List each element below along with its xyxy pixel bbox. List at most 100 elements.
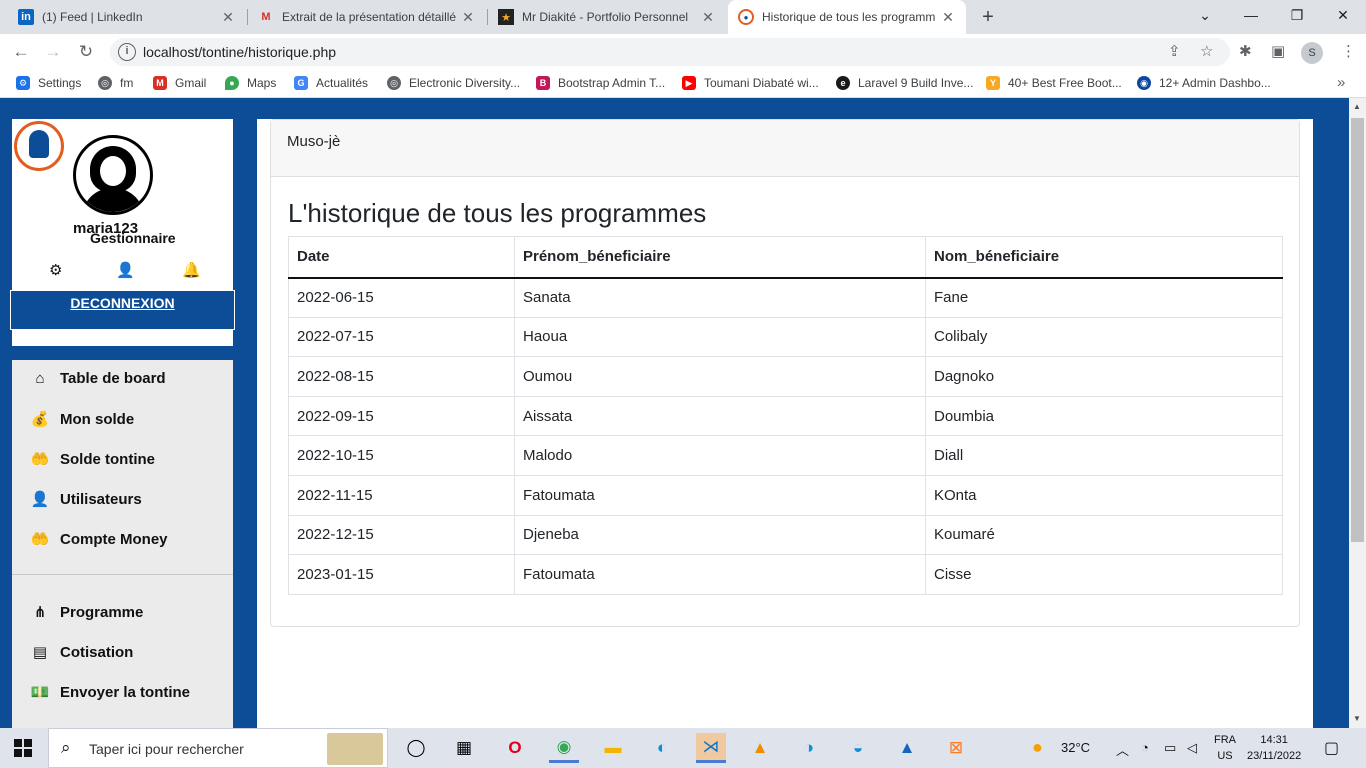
keyboard-layout: US [1217, 750, 1233, 762]
weather-temp[interactable]: 32°C [1061, 740, 1090, 755]
card-header-title: Muso-jè [287, 133, 341, 150]
profile-avatar[interactable]: S [1301, 42, 1323, 64]
close-icon[interactable]: ✕ [460, 9, 476, 26]
search-highlight-image [327, 733, 383, 765]
photos-icon[interactable]: ▲ [892, 733, 922, 763]
table-row: 2022-07-15 Haoua Colibaly [288, 316, 1283, 358]
table-row: 2023-01-15 Fatoumata Cisse [288, 554, 1283, 595]
bookmark-item[interactable]: ⚙ Settings [16, 76, 81, 90]
scroll-up-icon[interactable]: ▲ [1353, 102, 1361, 111]
back-button[interactable]: ← [8, 40, 34, 64]
clock[interactable]: 14:31 23/11/2022 [1247, 732, 1301, 764]
bookmark-star-icon[interactable]: ☆ [1200, 42, 1213, 60]
bookmark-label: Actualités [316, 76, 369, 90]
tab-title: (1) Feed | LinkedIn [42, 10, 143, 24]
weather-sun-icon[interactable]: ● [1032, 737, 1043, 758]
chevron-right-icon[interactable]: » [1337, 74, 1345, 91]
sidebar-item-mon-solde[interactable]: 💰 Mon solde [29, 410, 135, 429]
file-explorer-icon[interactable]: ▬ [598, 733, 628, 763]
bookmark-item[interactable]: e Laravel 9 Build Inve... [836, 76, 973, 90]
table-header-row: Date Prénom_béneficiaire Nom_béneficiair… [288, 236, 1283, 279]
vscode-icon[interactable]: ⋊ [696, 733, 726, 763]
bookmark-item[interactable]: G Actualités [294, 76, 368, 90]
bookmark-label: fm [120, 76, 134, 90]
minimize-button[interactable]: — [1228, 0, 1274, 30]
edge-beta-icon[interactable]: ◒ [843, 733, 873, 763]
edge-dev-icon[interactable]: ◑ [794, 733, 824, 763]
tab-gmail[interactable]: M Extrait de la présentation détaillé ✕ [248, 0, 486, 34]
forward-button[interactable]: → [40, 40, 66, 64]
bookmark-item[interactable]: ● Maps [225, 76, 276, 90]
gear-icon: ⚙ [16, 76, 30, 90]
notifications-icon[interactable]: ▢ [1324, 738, 1339, 758]
side-panel-icon[interactable]: ▣ [1271, 42, 1285, 60]
page-scrollbar[interactable]: ▲ ▼ [1349, 98, 1366, 728]
tab-portfolio[interactable]: ★ Mr Diakité - Portfolio Personnel ✕ [488, 0, 726, 34]
share-icon[interactable]: ⇪ [1168, 42, 1181, 60]
sidebar-item-label: Solde tontine [60, 450, 155, 468]
bookmark-item[interactable]: B Bootstrap Admin T... [536, 76, 665, 90]
sidebar-item-utilisateurs[interactable]: 👤 Utilisateurs [29, 490, 142, 509]
sidebar-item-dashboard[interactable]: ⌂ Table de board [29, 370, 165, 387]
cell-prenom: Sanata [514, 277, 926, 318]
bookmark-label: 40+ Best Free Boot... [1008, 76, 1122, 90]
network-icon[interactable]: ◔ [1141, 740, 1149, 755]
task-view-icon[interactable]: ◯ [401, 733, 431, 763]
widgets-icon[interactable]: ▦ [449, 733, 479, 763]
bookmark-item[interactable]: ◎ fm [98, 76, 133, 90]
edge-icon[interactable]: ◐ [647, 733, 677, 763]
sidebar-item-cotisation[interactable]: ▤ Cotisation [29, 643, 133, 662]
chevron-up-icon[interactable]: ︿ [1116, 740, 1129, 759]
opera-icon[interactable]: O [500, 733, 530, 763]
app-logo [14, 121, 64, 171]
network-icon: ⋔ [33, 604, 47, 621]
cell-prenom: Malodo [514, 435, 926, 476]
cell-date: 2023-01-15 [288, 554, 515, 595]
bookmark-item[interactable]: ◎ Electronic Diversity... [387, 76, 520, 90]
sidebar-item-envoyer-tontine[interactable]: 💵 Envoyer la tontine [29, 683, 190, 702]
reload-button[interactable]: ↻ [73, 40, 99, 64]
url-text[interactable]: localhost/tontine/historique.php [143, 44, 336, 60]
bookmark-label: Gmail [175, 76, 207, 90]
chrome-icon[interactable]: ◉ [549, 733, 579, 763]
new-tab-button[interactable]: + [977, 4, 999, 30]
bell-icon[interactable]: 🔔 [182, 261, 201, 279]
gear-icon[interactable]: ⚙ [49, 261, 62, 279]
xampp-icon[interactable]: ⊠ [941, 733, 971, 763]
logout-button[interactable]: DECONNEXION [10, 290, 235, 330]
restore-button[interactable]: ❐ [1274, 0, 1320, 30]
camera-icon[interactable]: ▭ [1164, 740, 1176, 756]
speaker-icon[interactable]: ◁ [1187, 740, 1197, 756]
close-icon[interactable]: ✕ [700, 9, 716, 26]
menu-icon[interactable]: ⋮ [1341, 42, 1356, 60]
close-icon[interactable]: ✕ [220, 9, 236, 26]
tab-title: Extrait de la présentation détaillé [282, 10, 457, 24]
sidebar-item-compte-money[interactable]: 🤲 Compte Money [29, 530, 168, 549]
tab-linkedin[interactable]: in (1) Feed | LinkedIn ✕ [8, 0, 246, 34]
vlc-icon[interactable]: ▲ [745, 733, 775, 763]
close-icon[interactable]: ✕ [940, 9, 956, 26]
close-window-button[interactable]: ✕ [1320, 0, 1366, 30]
bookmarks-bar: ⚙ Settings ◎ fm M Gmail ● Maps G Actualités ◎… [0, 70, 1366, 98]
user-icon[interactable]: 👤 [116, 261, 135, 279]
tab-search-icon[interactable]: ⌄ [1182, 0, 1228, 30]
scrollbar-thumb[interactable] [1351, 118, 1364, 542]
bookmark-item[interactable]: ◉ 12+ Admin Dashbo... [1137, 76, 1271, 90]
windows-start-icon[interactable] [14, 739, 32, 757]
youtube-icon: ▶ [682, 76, 696, 90]
bookmark-item[interactable]: M Gmail [153, 76, 206, 90]
taskbar-search[interactable]: ⌕ Taper ici pour rechercher [48, 728, 388, 768]
extensions-icon[interactable]: ✱ [1239, 42, 1252, 60]
bookmark-item[interactable]: ▶ Toumani Diabaté wi... [682, 76, 819, 90]
sidebar-item-programme[interactable]: ⋔ Programme [29, 603, 144, 622]
tab-historique[interactable]: ● Historique de tous les programm ✕ [728, 0, 966, 34]
gmail-icon: M [261, 11, 271, 23]
bootstrap-icon: Y [986, 76, 1000, 90]
cell-nom: Cisse [925, 554, 1283, 595]
bookmark-item[interactable]: Y 40+ Best Free Boot... [986, 76, 1122, 90]
info-icon[interactable]: i [118, 43, 136, 61]
language-indicator[interactable]: FRA US [1214, 732, 1236, 764]
address-bar[interactable]: i localhost/tontine/historique.php ⇪ ☆ [110, 38, 1230, 66]
scroll-down-icon[interactable]: ▼ [1353, 714, 1361, 723]
sidebar-item-solde-tontine[interactable]: 🤲 Solde tontine [29, 450, 155, 469]
